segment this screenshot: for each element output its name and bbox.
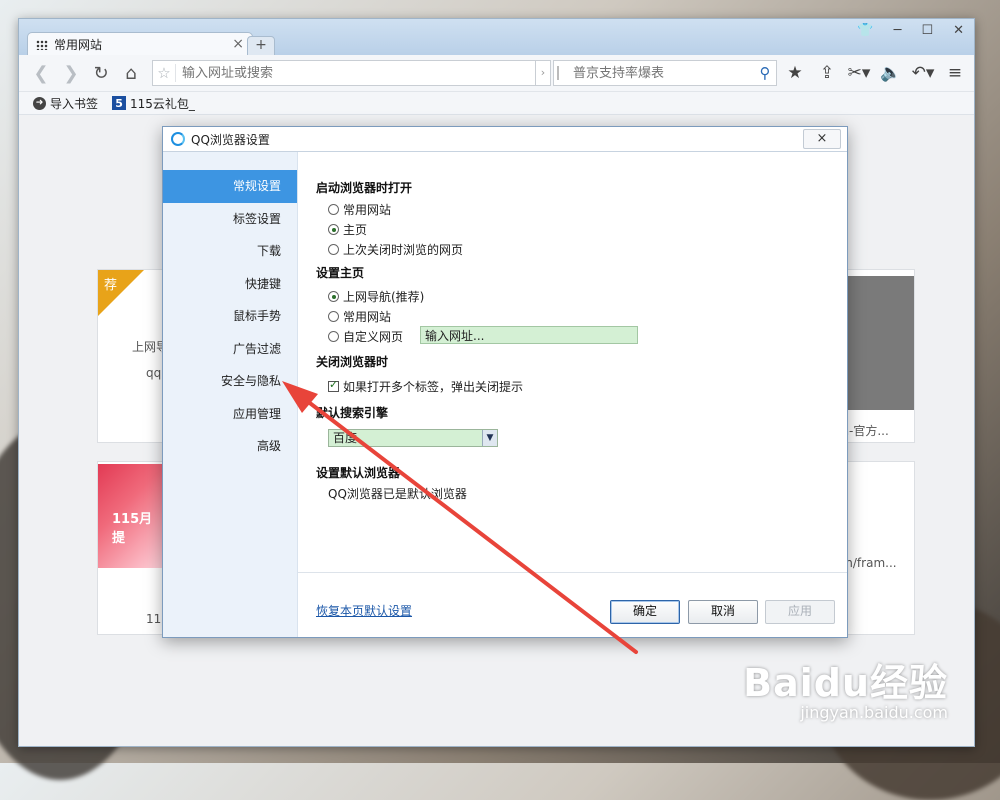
footer-divider — [298, 572, 847, 573]
cancel-button[interactable]: 取消 — [688, 600, 758, 624]
sidebar-item-general[interactable]: 常规设置 — [163, 170, 297, 203]
chevron-down-icon[interactable]: ▼ — [482, 430, 497, 446]
refresh-icon[interactable]: ↻ — [89, 61, 113, 85]
checkbox[interactable] — [328, 378, 339, 392]
bookmark-star-icon[interactable]: ☆ — [153, 64, 176, 82]
new-tab-button[interactable]: + — [247, 36, 275, 56]
radio-button[interactable] — [328, 291, 339, 302]
homepage-option-custom[interactable]: 自定义网页 — [328, 328, 403, 345]
skin-icon[interactable]: 👕 — [857, 23, 873, 38]
option-label: 自定义网页 — [343, 330, 404, 344]
option-label: 上网导航(推荐) — [343, 290, 425, 304]
homepage-option-common-sites[interactable]: 常用网站 — [328, 308, 391, 325]
sidebar-item-ad-filter[interactable]: 广告过滤 — [163, 333, 297, 366]
bookmark-import[interactable]: ➜ 导入书签 — [33, 95, 98, 112]
undo-icon[interactable]: ↶▾ — [910, 61, 936, 85]
default-browser-status: QQ浏览器已是默认浏览器 — [328, 487, 467, 501]
startup-option-common-sites[interactable]: 常用网站 — [328, 201, 391, 218]
sidebar-item-download[interactable]: 下载 — [163, 235, 297, 268]
sidebar-item-shortcuts[interactable]: 快捷键 — [163, 268, 297, 301]
go-icon[interactable]: › — [535, 60, 551, 86]
sidebar-item-tabs[interactable]: 标签设置 — [163, 203, 297, 236]
homepage-option-navigation[interactable]: 上网导航(推荐) — [328, 288, 424, 305]
scissors-icon[interactable]: ✂▾ — [846, 61, 872, 85]
ok-button[interactable]: 确定 — [610, 600, 680, 624]
search-engine-select[interactable]: 百度 ▼ — [328, 429, 498, 447]
sidebar-item-app-management[interactable]: 应用管理 — [163, 398, 297, 431]
close-icon[interactable]: ✕ — [953, 23, 964, 38]
watermark-logo: Baidu经验 — [743, 661, 948, 705]
site-thumbnail: 115月提 — [98, 464, 164, 568]
radio-button[interactable] — [328, 331, 339, 342]
address-bar[interactable]: ☆ ▾ — [152, 60, 548, 86]
restore-defaults-link[interactable]: 恢复本页默认设置 — [316, 602, 412, 619]
settings-sidebar: 常规设置 标签设置 下载 快捷键 鼠标手势 广告过滤 安全与隐私 应用管理 高级 — [163, 152, 298, 637]
section-heading-close-browser: 关闭浏览器时 — [316, 355, 389, 369]
search-input[interactable] — [565, 64, 754, 82]
favorites-icon[interactable]: ★ — [782, 61, 808, 85]
tab-title: 常用网站 — [54, 38, 103, 52]
baidu-watermark: Baidu经验 jingyan.baidu.com — [743, 652, 948, 722]
forward-icon[interactable]: ❯ — [59, 61, 83, 85]
window-controls: 👕 ─ ☐ ✕ — [857, 23, 964, 38]
search-icon[interactable]: ⚲ — [754, 64, 776, 82]
minimize-icon[interactable]: ─ — [894, 23, 902, 38]
bookmark-label: 115云礼包_ — [130, 96, 195, 111]
startup-option-homepage[interactable]: 主页 — [328, 221, 367, 238]
settings-panel: 启动浏览器时打开 常用网站 主页 上次关闭时浏览的网页 设置主页 上网导航(推荐… — [298, 152, 847, 637]
startup-option-last-session[interactable]: 上次关闭时浏览的网页 — [328, 241, 463, 258]
sidebar-item-mouse-gestures[interactable]: 鼠标手势 — [163, 300, 297, 333]
toolbar: ❮ ❯ ↻ ⌂ ☆ ▾ › ⚲ ★ ⇪ ✂▾ 🔈 ↶▾ ≡ — [19, 55, 974, 92]
option-label: 常用网站 — [343, 203, 392, 217]
bookmark-115[interactable]: 5 115云礼包_ — [112, 95, 195, 112]
import-icon: ➜ — [33, 96, 46, 110]
sidebar-item-advanced[interactable]: 高级 — [163, 430, 297, 463]
grid-icon — [36, 39, 48, 50]
section-heading-default-browser: 设置默认浏览器 — [316, 466, 401, 480]
section-heading-homepage: 设置主页 — [316, 266, 365, 280]
selected-engine: 百度 — [333, 431, 358, 445]
dialog-title-bar: QQ浏览器设置 × — [163, 127, 847, 152]
custom-homepage-input[interactable]: 输入网址... — [420, 326, 638, 344]
recommend-label: 荐 — [104, 278, 118, 293]
right-tools: ★ ⇪ ✂▾ 🔈 ↶▾ ≡ — [782, 61, 968, 85]
bookmarks-bar: ➜ 导入书签 5 115云礼包_ — [19, 92, 974, 115]
back-icon[interactable]: ❮ — [29, 61, 53, 85]
close-warning-option[interactable]: 如果打开多个标签，弹出关闭提示 — [328, 378, 523, 395]
radio-button[interactable] — [328, 224, 339, 235]
volume-icon[interactable]: 🔈 — [878, 61, 904, 85]
tab-close-icon[interactable]: × — [232, 36, 244, 52]
maximize-icon[interactable]: ☐ — [921, 23, 933, 38]
option-label: 上次关闭时浏览的网页 — [343, 243, 464, 257]
settings-dialog: QQ浏览器设置 × 常规设置 标签设置 下载 快捷键 鼠标手势 广告过滤 安全与… — [162, 126, 848, 638]
option-label: 如果打开多个标签，弹出关闭提示 — [343, 380, 524, 394]
share-icon[interactable]: ⇪ — [814, 61, 840, 85]
search-bar[interactable]: ⚲ — [553, 60, 777, 86]
ad-text: 115月提 — [112, 512, 153, 546]
dialog-title: QQ浏览器设置 — [191, 132, 270, 147]
url-input[interactable] — [176, 64, 529, 82]
tab-common-sites[interactable]: 常用网站 × — [27, 32, 253, 56]
radio-button[interactable] — [328, 244, 339, 255]
home-icon[interactable]: ⌂ — [119, 61, 143, 85]
search-engine-icon[interactable] — [557, 66, 565, 80]
bookmark-label: 导入书签 — [50, 96, 99, 111]
sidebar-item-security-privacy[interactable]: 安全与隐私 — [163, 365, 297, 398]
radio-button[interactable] — [328, 311, 339, 322]
115-icon: 5 — [112, 96, 127, 110]
radio-button[interactable] — [328, 204, 339, 215]
title-bar: 常用网站 × + 👕 ─ ☐ ✕ — [19, 19, 974, 56]
option-label: 常用网站 — [343, 310, 392, 324]
section-heading-startup: 启动浏览器时打开 — [316, 181, 413, 195]
option-label: 主页 — [343, 223, 368, 237]
menu-icon[interactable]: ≡ — [942, 61, 968, 85]
dialog-close-button[interactable]: × — [803, 129, 841, 149]
qq-browser-logo-icon — [171, 132, 185, 146]
section-heading-search-engine: 默认搜索引擎 — [316, 406, 389, 420]
apply-button[interactable]: 应用 — [765, 600, 835, 624]
